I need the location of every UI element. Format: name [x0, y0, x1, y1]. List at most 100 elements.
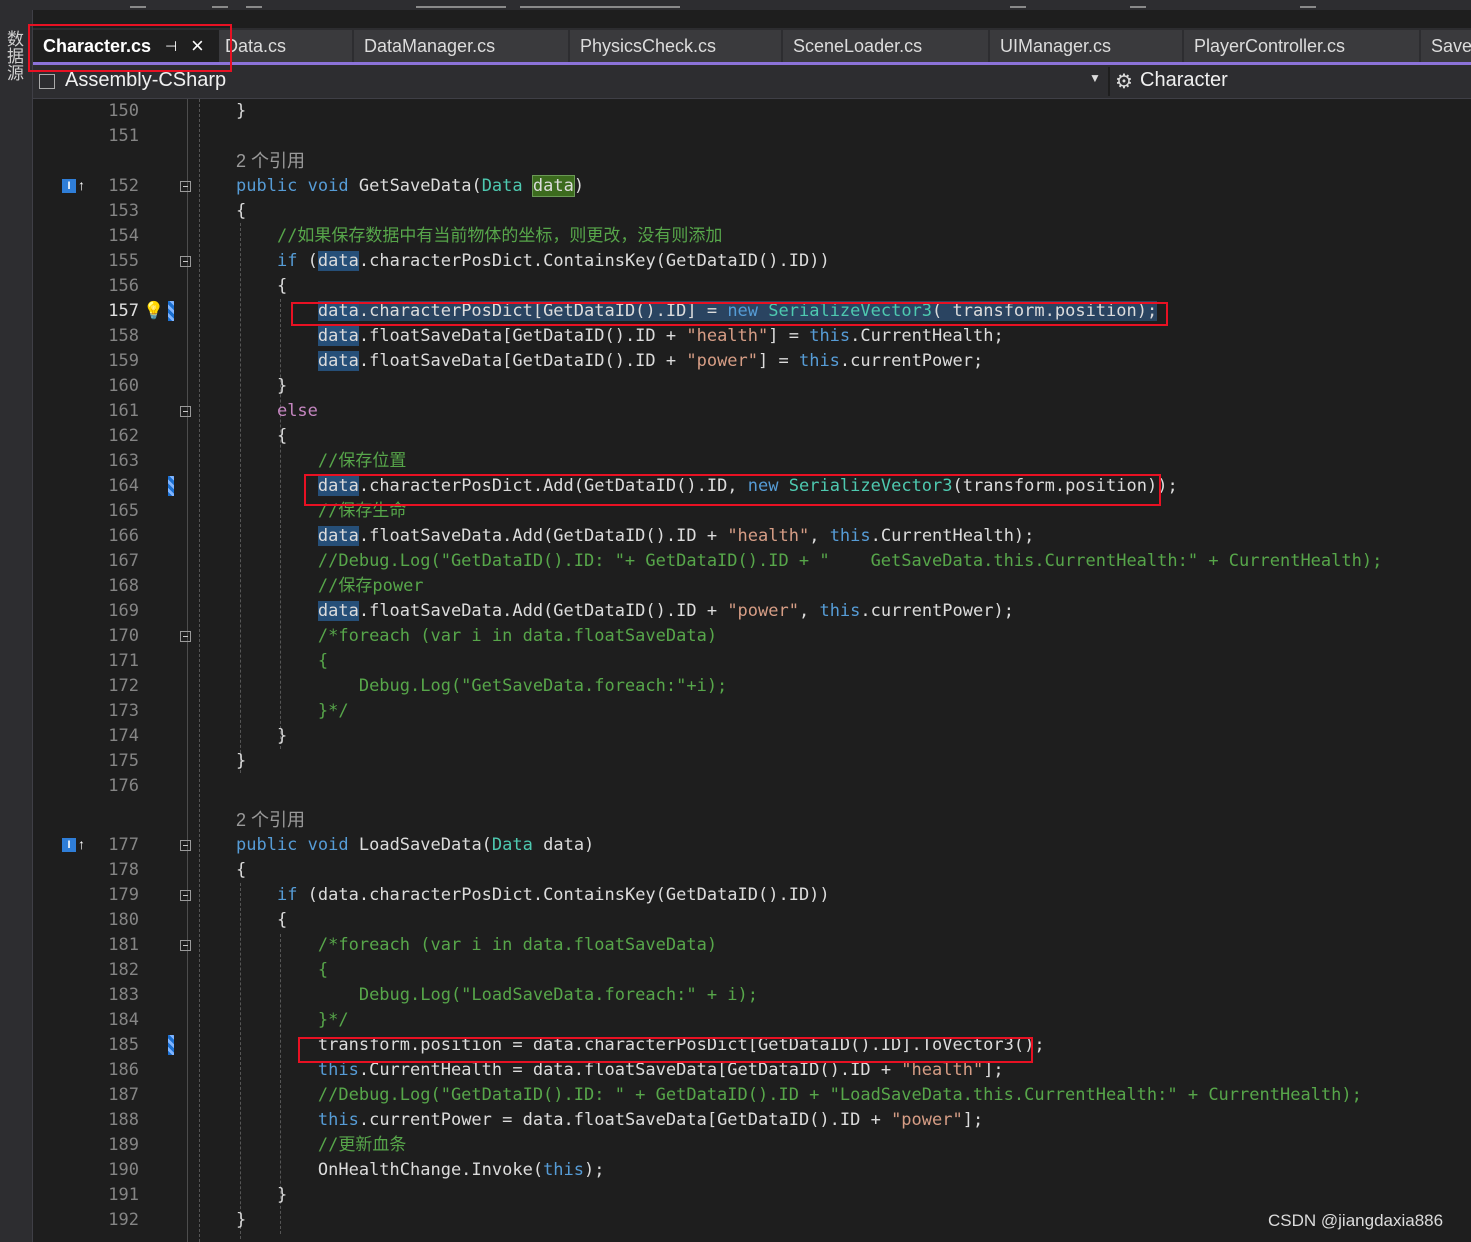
code-line[interactable]: 182 {: [33, 958, 1471, 983]
code-line[interactable]: 158 data.floatSaveData[GetDataID().ID + …: [33, 324, 1471, 349]
code-line[interactable]: 183 Debug.Log("LoadSaveData.foreach:" + …: [33, 983, 1471, 1008]
pin-icon[interactable]: ⊣: [165, 30, 177, 62]
brace: {: [236, 201, 247, 221]
code-line[interactable]: 165 //保存生命: [33, 499, 1471, 524]
toolbar-button-icon[interactable]: [1130, 0, 1146, 8]
code-lens-references[interactable]: 2 个引用: [236, 149, 305, 174]
code-line[interactable]: 163 //保存位置: [33, 449, 1471, 474]
code-line[interactable]: 176: [33, 774, 1471, 799]
brace: {: [276, 910, 288, 930]
collapse-icon[interactable]: [180, 631, 191, 642]
line-number: 151: [108, 126, 139, 146]
collapse-icon[interactable]: [180, 256, 191, 267]
lightbulb-icon[interactable]: 💡: [143, 301, 164, 321]
comment: //Debug.Log("GetDataID().ID: "+ GetDataI…: [236, 549, 1382, 574]
project-dropdown[interactable]: Assembly-CSharp: [65, 69, 226, 92]
implements-icon[interactable]: I: [62, 179, 76, 193]
toolbar-button-icon[interactable]: [1300, 0, 1316, 8]
code-rest: ( transform.position);: [932, 301, 1158, 321]
toolbar-button-icon[interactable]: [130, 0, 146, 8]
code-line[interactable]: 168 //保存power: [33, 574, 1471, 599]
project-icon: [39, 74, 55, 89]
code-line[interactable]: 187 //Debug.Log("GetDataID().ID: " + Get…: [33, 1083, 1471, 1108]
document-tab-bar: Character.cs ⊣ × Data.cs DataManager.cs …: [33, 28, 1471, 65]
implements-icon[interactable]: I: [62, 838, 76, 852]
collapse-icon[interactable]: [180, 406, 191, 417]
tab-playercontroller-cs[interactable]: PlayerController.cs: [1184, 30, 1419, 62]
tab-datamanager-cs[interactable]: DataManager.cs: [354, 30, 568, 62]
tab-uimanager-cs[interactable]: UIManager.cs: [990, 30, 1182, 62]
code-line[interactable]: 159 data.floatSaveData[GetDataID().ID + …: [33, 349, 1471, 374]
code-line[interactable]: 153 {: [33, 199, 1471, 224]
code-line[interactable]: 171 {: [33, 649, 1471, 674]
code-line[interactable]: 169 data.floatSaveData.Add(GetDataID().I…: [33, 599, 1471, 624]
collapse-icon[interactable]: [180, 181, 191, 192]
code-line[interactable]: 161 else: [33, 399, 1471, 424]
code-line[interactable]: 190 OnHealthChange.Invoke(this);: [33, 1158, 1471, 1183]
code-line[interactable]: 157 💡 data.characterPosDict[GetDataID().…: [33, 299, 1471, 324]
toolbar-platform-dropdown[interactable]: [520, 0, 680, 8]
code-line[interactable]: 174 }: [33, 724, 1471, 749]
code-line[interactable]: 192 }: [33, 1208, 1471, 1233]
code-line[interactable]: 175 }: [33, 749, 1471, 774]
code-line[interactable]: 160 }: [33, 374, 1471, 399]
code-line[interactable]: 180 {: [33, 908, 1471, 933]
code-line[interactable]: 150 }: [33, 99, 1471, 124]
tab-data-cs[interactable]: Data.cs: [219, 30, 352, 62]
chevron-down-icon[interactable]: ▼: [1089, 71, 1101, 85]
class-dropdown[interactable]: Character: [1140, 69, 1228, 92]
toolbar-button-icon[interactable]: [1010, 0, 1026, 8]
code-line[interactable]: 173 }*/: [33, 699, 1471, 724]
code-line[interactable]: 189 //更新血条: [33, 1133, 1471, 1158]
code-line[interactable]: 156 {: [33, 274, 1471, 299]
collapse-icon[interactable]: [180, 890, 191, 901]
code-line[interactable]: 185 transform.position = data.characterP…: [33, 1033, 1471, 1058]
code-line[interactable]: 154 //如果保存数据中有当前物体的坐标，则更改，没有则添加: [33, 224, 1471, 249]
line-number: 159: [108, 351, 139, 371]
code-line[interactable]: I ↑ 152 public void GetSaveData(Data dat…: [33, 174, 1471, 199]
collapse-icon[interactable]: [180, 840, 191, 851]
arrow-up-icon: ↑: [78, 836, 85, 852]
code-rest: .floatSaveData.Add(GetDataID().ID +: [358, 601, 728, 621]
change-marker: [168, 301, 174, 321]
brace: }: [276, 1185, 288, 1205]
code-line[interactable]: 172 Debug.Log("GetSaveData.foreach:"+i);: [33, 674, 1471, 699]
line-number: 185: [108, 1035, 139, 1055]
code-text: }: [236, 1183, 287, 1208]
code-rest: .floatSaveData.Add(GetDataID().ID +: [358, 526, 728, 546]
code-line[interactable]: I ↑ 177 public void LoadSaveData(Data da…: [33, 833, 1471, 858]
code-line[interactable]: 164 data.characterPosDict.Add(GetDataID(…: [33, 474, 1471, 499]
code-line[interactable]: 191 }: [33, 1183, 1471, 1208]
tab-sceneloader-cs[interactable]: SceneLoader.cs: [783, 30, 988, 62]
code-line[interactable]: 170 /*foreach (var i in data.floatSaveDa…: [33, 624, 1471, 649]
tab-label: Character.cs: [43, 36, 152, 56]
code-line[interactable]: 162 {: [33, 424, 1471, 449]
code-line[interactable]: 155 if (data.characterPosDict.ContainsKe…: [33, 249, 1471, 274]
highlighted-ref: data: [317, 601, 359, 621]
code-line[interactable]: 151: [33, 124, 1471, 149]
code-editor[interactable]: 150 } 151 2 个引用 I ↑ 152 public void GetS…: [33, 99, 1471, 1242]
keyword: if: [276, 251, 298, 271]
comment: }*/: [236, 1008, 349, 1033]
code-line[interactable]: 167 //Debug.Log("GetDataID().ID: "+ GetD…: [33, 549, 1471, 574]
sidebar-data-sources-tab[interactable]: 数据源: [2, 30, 23, 81]
toolbar-button-icon[interactable]: [246, 0, 262, 8]
close-icon[interactable]: ×: [191, 30, 204, 62]
keyword: this: [317, 1060, 359, 1080]
keyword: else: [276, 401, 318, 421]
toolbar-button-icon[interactable]: [212, 0, 228, 8]
code-lens-references[interactable]: 2 个引用: [236, 808, 305, 833]
tab-physicscheck-cs[interactable]: PhysicsCheck.cs: [570, 30, 781, 62]
tab-character-cs[interactable]: Character.cs ⊣ ×: [33, 30, 219, 62]
tab-save[interactable]: Save: [1421, 30, 1471, 62]
code-line[interactable]: 186 this.CurrentHealth = data.floatSaveD…: [33, 1058, 1471, 1083]
code-line[interactable]: 179 if (data.characterPosDict.ContainsKe…: [33, 883, 1471, 908]
code-line[interactable]: 181 /*foreach (var i in data.floatSaveDa…: [33, 933, 1471, 958]
code-line[interactable]: 178 {: [33, 858, 1471, 883]
collapse-icon[interactable]: [180, 940, 191, 951]
code-line[interactable]: 184 }*/: [33, 1008, 1471, 1033]
keyword: this: [809, 326, 851, 346]
code-line[interactable]: 166 data.floatSaveData.Add(GetDataID().I…: [33, 524, 1471, 549]
code-line[interactable]: 188 this.currentPower = data.floatSaveDa…: [33, 1108, 1471, 1133]
toolbar-config-dropdown[interactable]: [416, 0, 506, 8]
